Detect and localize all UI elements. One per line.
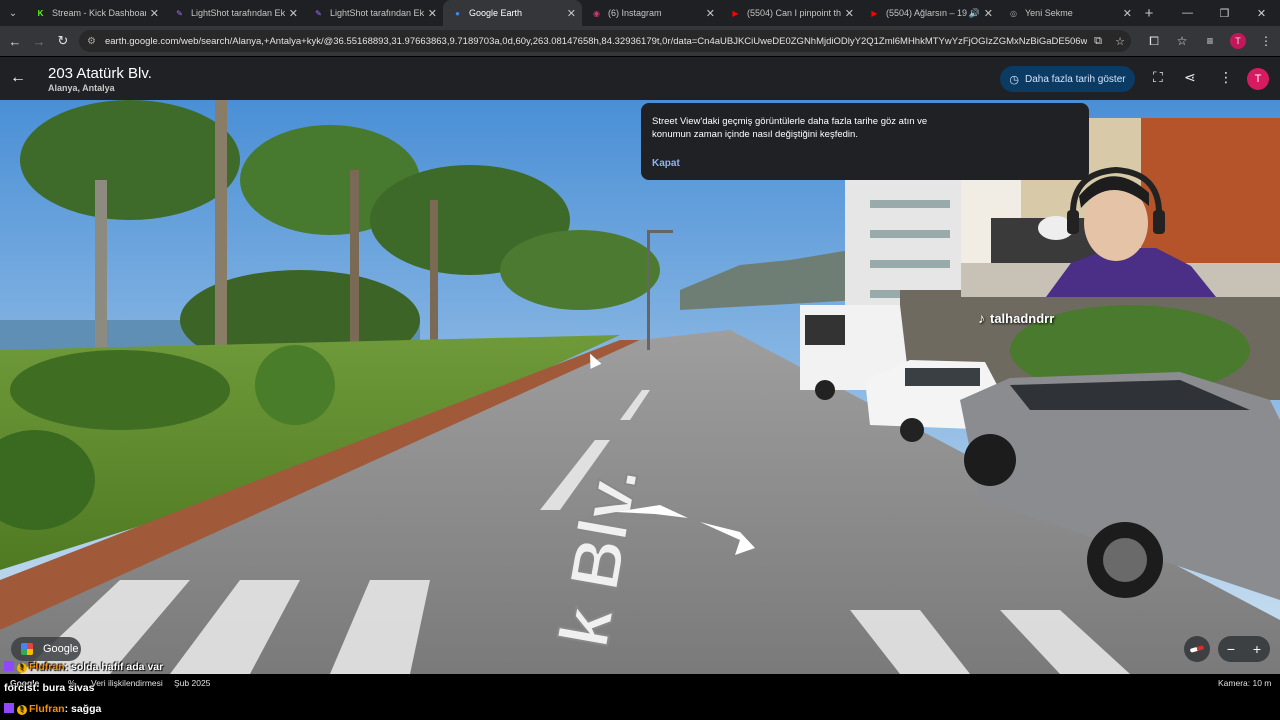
tab-close-icon[interactable]: ✕: [567, 7, 576, 20]
chat-message: forcist: bura sivas: [4, 682, 94, 694]
google-maps-chip[interactable]: Google: [11, 637, 81, 661]
tab-close-icon[interactable]: ✕: [428, 7, 437, 20]
subscriber-badge-icon: [4, 703, 14, 713]
tab-close-icon[interactable]: ✕: [1123, 7, 1132, 20]
browser-menu-icon[interactable]: ⋮: [1252, 34, 1280, 48]
browser-tab[interactable]: ✎ LightShot tarafından Ekra ✕: [165, 0, 304, 26]
minimize-button[interactable]: —: [1169, 7, 1206, 19]
tab-search-button[interactable]: ⌄: [0, 0, 26, 26]
back-button[interactable]: ←: [3, 34, 27, 49]
street-view-info-bar: Google % Veri ilişkilendirmesi Şub 2025 …: [0, 674, 1280, 692]
tab-favicon-icon: ✎: [176, 8, 183, 18]
browser-toolbar: ← → ↻ ⚙ earth.google.com/web/search/Alan…: [0, 26, 1280, 56]
history-icon: ◷: [1009, 73, 1019, 86]
extensions-icon[interactable]: ⧠: [1140, 34, 1168, 49]
tab-close-icon[interactable]: ✕: [984, 7, 993, 20]
new-tab-button[interactable]: +: [1138, 0, 1160, 26]
tab-favicon-icon: ▶: [871, 8, 878, 18]
chat-username: Flufran: [29, 703, 65, 715]
restore-button[interactable]: ❐: [1206, 7, 1243, 20]
chat-username: Flufran: [29, 661, 65, 673]
chat-text: : bura sivas: [36, 682, 95, 694]
capture-date: Şub 2025: [174, 678, 211, 688]
google-chip-label: Google: [43, 643, 79, 655]
forward-button[interactable]: →: [27, 34, 51, 49]
tab-title: (5504) Can I pinpoint the: [747, 8, 841, 18]
browser-tab[interactable]: ▶ (5504) Can I pinpoint the ✕: [721, 0, 860, 26]
tab-close-icon[interactable]: ✕: [289, 7, 298, 20]
tab-favicon-icon: ▶: [732, 8, 739, 18]
tab-title: Stream - Kick Dashboard: [52, 8, 146, 18]
bookmark-star-icon[interactable]: ☆: [1109, 35, 1131, 48]
chat-text: : sağga: [64, 703, 102, 715]
tab-favicon-icon: ●: [455, 8, 460, 18]
zoom-in-button[interactable]: +: [1253, 641, 1261, 657]
tab-favicon-icon: ◉: [593, 8, 600, 18]
reload-button[interactable]: ↻: [51, 33, 75, 49]
chat-username: forcist: [4, 682, 37, 694]
chat-message: ! Flufran: solda hafif ada var: [4, 661, 163, 673]
subscriber-badge-icon: [4, 661, 14, 671]
chat-badge-icon: !: [17, 705, 27, 715]
browser-tab[interactable]: ▶ (5504) Ağlarsın – 1976🔊 ✕: [860, 0, 999, 26]
media-control-icon[interactable]: ≡: [1196, 34, 1224, 48]
tab-title: (6) Instagram: [608, 8, 662, 18]
screenshot-icon[interactable]: ⛶: [1153, 69, 1163, 86]
browser-tab[interactable]: ● Google Earth ✕: [443, 0, 582, 26]
tab-title: LightShot tarafından Ekra: [330, 8, 424, 18]
zoom-controls: − +: [1184, 636, 1270, 662]
tab-favicon-icon: K: [37, 8, 44, 18]
tab-title: (5504) Ağlarsın – 1976: [886, 8, 967, 18]
tooltip-text: Street View'daki geçmiş görüntülerle dah…: [652, 116, 928, 140]
street-view-history-tooltip: Street View'daki geçmiş görüntülerle dah…: [641, 103, 1089, 180]
browser-tab[interactable]: ◉ (6) Instagram ✕: [582, 0, 721, 26]
close-window-button[interactable]: ✕: [1243, 7, 1280, 20]
more-dates-label: Daha fazla tarih göster: [1024, 73, 1126, 85]
compass-icon[interactable]: [1184, 636, 1210, 662]
window-controls: — ❐ ✕: [1169, 0, 1280, 26]
tiktok-logo-icon: ♪: [978, 310, 985, 326]
profile-avatar[interactable]: T: [1230, 33, 1246, 49]
place-title: 203 Atatürk Blv.: [48, 65, 152, 82]
browser-tab[interactable]: K Stream - Kick Dashboard ✕: [26, 0, 165, 26]
tab-favicon-icon: ◎: [1010, 8, 1017, 18]
tab-list: K Stream - Kick Dashboard ✕ ✎ LightShot tara…: [26, 0, 1138, 26]
more-options-icon[interactable]: ⋮: [1219, 69, 1233, 86]
zoom-box: − +: [1218, 636, 1270, 662]
tab-title: Yeni Sekme: [1025, 8, 1073, 18]
google-maps-icon: [21, 643, 33, 655]
tiktok-watermark: ♪ talhadndrr: [978, 310, 1054, 326]
tab-close-icon[interactable]: ✕: [706, 7, 715, 20]
earth-header: ← 203 Atatürk Blv. Alanya, Antalya ◷ Dah…: [0, 57, 1280, 100]
open-in-app-icon[interactable]: ⧉: [1087, 35, 1109, 48]
tooltip-close-button[interactable]: Kapat: [652, 158, 680, 169]
user-avatar[interactable]: T: [1247, 68, 1269, 90]
browser-tab-strip: ⌄ K Stream - Kick Dashboard ✕ ✎ LightShot ta…: [0, 0, 1280, 26]
tab-title: LightShot tarafından Ekra: [191, 8, 285, 18]
chat-badge-icon: !: [17, 663, 27, 673]
tab-favicon-icon: ✎: [315, 8, 322, 18]
place-subtitle: Alanya, Antalya: [48, 83, 115, 93]
url-text: earth.google.com/web/search/Alanya,+Anta…: [104, 35, 1087, 47]
chat-text: : solda hafif ada var: [64, 661, 164, 673]
address-bar[interactable]: ⚙ earth.google.com/web/search/Alanya,+An…: [79, 30, 1131, 52]
back-arrow-icon[interactable]: ←: [10, 69, 26, 87]
data-attribution-link[interactable]: Veri ilişkilendirmesi: [91, 678, 163, 688]
share-icon[interactable]: ⋖: [1184, 69, 1196, 86]
tab-close-icon[interactable]: ✕: [150, 7, 159, 20]
bookmarks-icon[interactable]: ☆: [1168, 34, 1196, 48]
tiktok-handle: talhadndrr: [990, 310, 1055, 326]
zoom-out-button[interactable]: −: [1227, 641, 1235, 657]
chat-message: ! Flufran: sağga: [4, 703, 101, 715]
tab-audio-icon[interactable]: 🔊: [969, 8, 980, 19]
tab-close-icon[interactable]: ✕: [845, 7, 854, 20]
tab-title: Google Earth: [469, 8, 523, 18]
camera-height: Kamera: 10 m: [1218, 678, 1272, 688]
browser-tab[interactable]: ✎ LightShot tarafından Ekra ✕: [304, 0, 443, 26]
browser-tab[interactable]: ◎ Yeni Sekme ✕: [999, 0, 1138, 26]
site-info-icon[interactable]: ⚙: [87, 36, 96, 47]
more-dates-button[interactable]: ◷ Daha fazla tarih göster: [1000, 66, 1135, 92]
